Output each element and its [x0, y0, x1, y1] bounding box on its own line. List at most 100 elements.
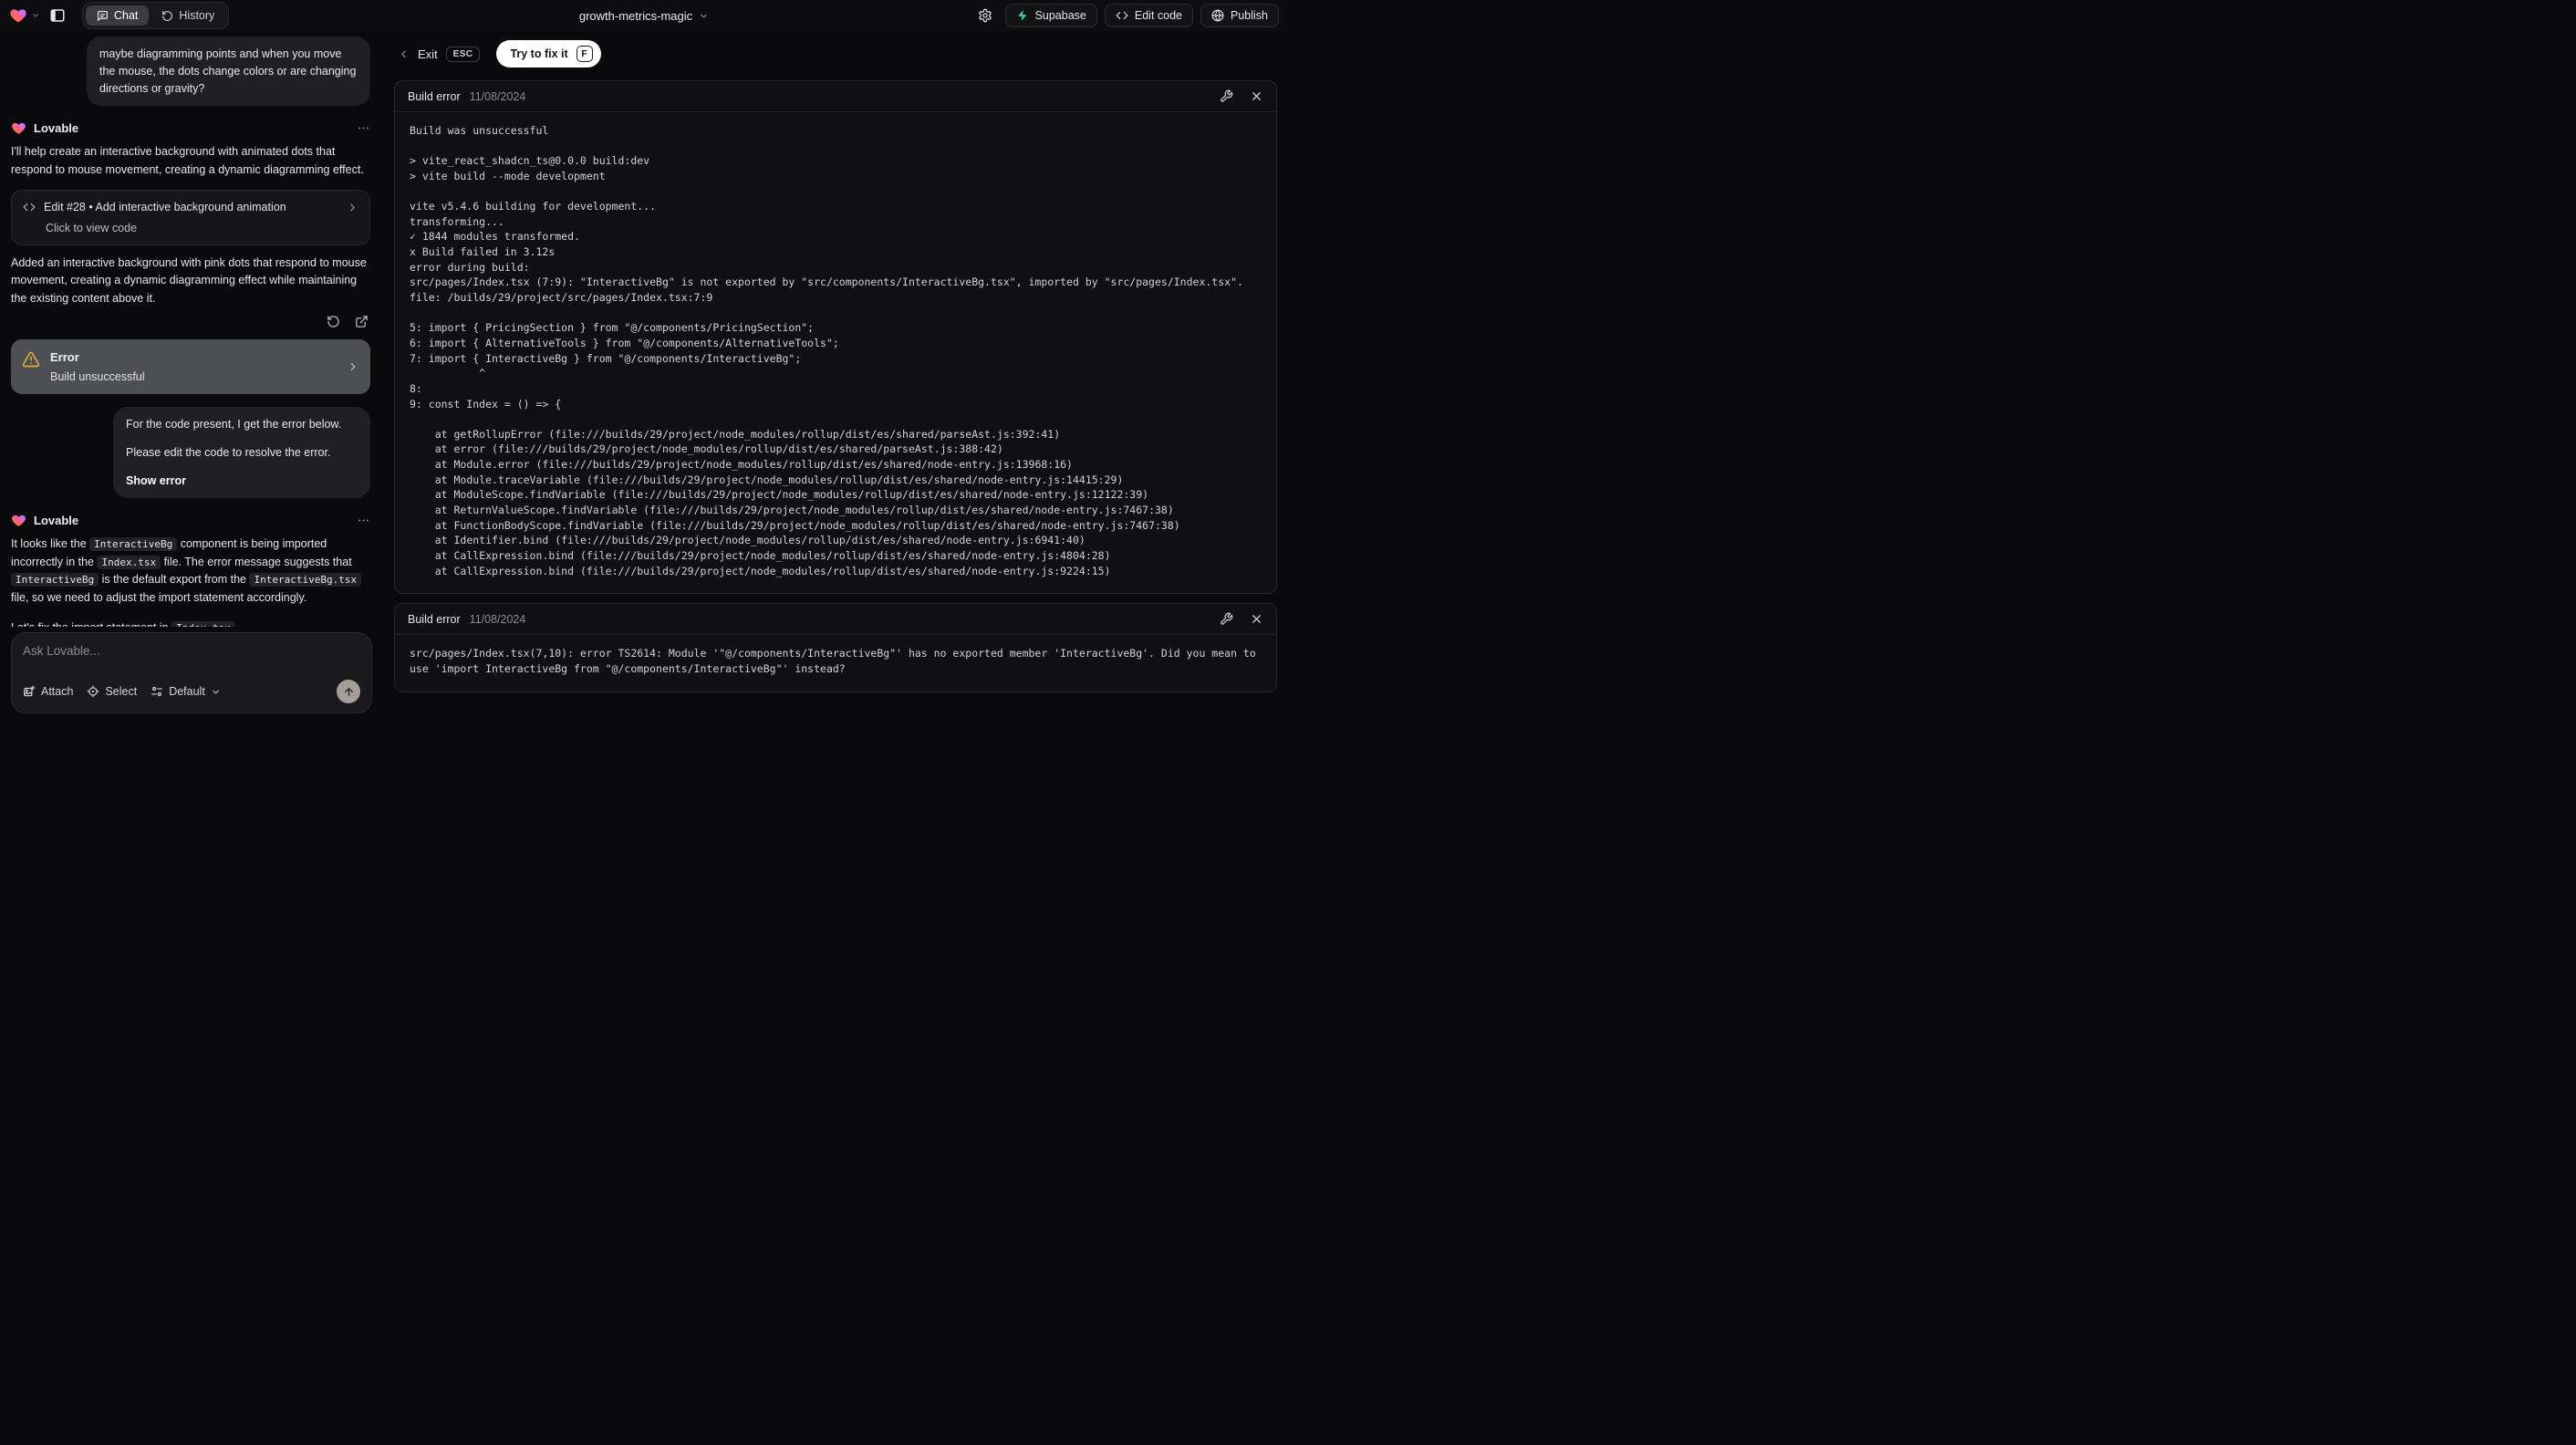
- log-line: src/pages/Index.tsx(7,10): error TS2614:…: [410, 647, 1262, 676]
- exit-button[interactable]: Exit ESC: [398, 46, 481, 62]
- build-error-title: Build error: [408, 89, 461, 103]
- open-external-icon[interactable]: [355, 315, 369, 328]
- mode-dropdown[interactable]: Default: [151, 685, 221, 698]
- crosshair-icon: [88, 685, 99, 698]
- inline-code: Index.tsx: [171, 620, 235, 627]
- inline-code: InteractiveBg.tsx: [249, 573, 362, 587]
- user-message-text: Please edit the code to resolve the erro…: [126, 445, 331, 459]
- wrench-icon[interactable]: [1220, 89, 1233, 103]
- assistant-header: Lovable: [11, 120, 370, 136]
- send-button[interactable]: [337, 680, 360, 703]
- image-plus-icon: [24, 685, 36, 697]
- more-menu-icon[interactable]: [357, 121, 370, 135]
- log-line: > vite_react_shadcn_ts@0.0.0 build:dev: [410, 154, 650, 168]
- top-bar: Chat History growth-metrics-magic Supaba…: [0, 0, 1288, 31]
- error-title: Error: [50, 350, 79, 365]
- sidebar-toggle-button[interactable]: [49, 7, 66, 24]
- text: file, so we need to adjust the import st…: [11, 590, 307, 604]
- inline-code: InteractiveBg: [89, 537, 178, 552]
- chat-input[interactable]: [23, 644, 360, 664]
- supabase-icon: [1017, 10, 1026, 21]
- tab-chat[interactable]: Chat: [86, 5, 150, 26]
- history-icon: [162, 10, 173, 21]
- workspace-menu[interactable]: [9, 6, 40, 25]
- select-button[interactable]: Select: [87, 685, 137, 698]
- close-icon[interactable]: [1250, 89, 1263, 103]
- supabase-button[interactable]: Supabase: [1004, 4, 1097, 27]
- chat-bubble-icon: [98, 10, 108, 21]
- assistant-message: Let's fix the import statement in Index.…: [11, 619, 370, 627]
- log-line: ✓ 1844 modules transformed.: [410, 230, 580, 244]
- code-icon: [23, 203, 36, 212]
- log-line: at Identifier.bind (file:///builds/29/pr…: [410, 534, 1085, 547]
- user-message-text: maybe diagramming points and when you mo…: [99, 47, 357, 95]
- assistant-message: Added an interactive background with pin…: [11, 256, 367, 305]
- show-error-link[interactable]: Show error: [126, 473, 358, 490]
- assistant-message: It looks like the InteractiveBg componen…: [11, 535, 370, 607]
- chevron-down-icon: [701, 14, 707, 17]
- log-line: error during build:: [410, 260, 530, 274]
- topbar-actions: Supabase Edit code Publish: [973, 4, 1279, 27]
- log-line: 7: import { InteractiveBg } from "@/comp…: [410, 351, 802, 365]
- text: It looks like the: [11, 537, 90, 551]
- log-line: at Module.traceVariable (file:///builds/…: [410, 473, 1124, 486]
- panel-left-icon: [50, 9, 65, 22]
- project-switcher[interactable]: growth-metrics-magic: [579, 9, 709, 23]
- text: is the default export from the: [99, 573, 250, 587]
- restore-icon[interactable]: [327, 315, 340, 328]
- message-actions: [13, 315, 369, 328]
- inline-code: Index.tsx: [97, 555, 161, 569]
- publish-label: Publish: [1231, 9, 1268, 22]
- edit-card-28[interactable]: Edit #28 • Add interactive background an…: [11, 190, 370, 245]
- log-line: vite v5.4.6 building for development...: [410, 200, 657, 213]
- fix-label: Try to fix it: [510, 47, 568, 60]
- edit-code-button[interactable]: Edit code: [1104, 4, 1193, 27]
- supabase-label: Supabase: [1034, 9, 1086, 22]
- chat-history-tabs: Chat History: [82, 2, 230, 29]
- exit-label: Exit: [418, 47, 438, 61]
- build-error-card-header: Build error 11/08/2024: [395, 81, 1276, 112]
- close-icon[interactable]: [1250, 612, 1263, 626]
- log-line: ^: [410, 367, 486, 380]
- lovable-heart-icon: [12, 515, 26, 527]
- log-line: at Module.error (file:///builds/29/proje…: [410, 458, 1073, 472]
- assistant-name: Lovable: [34, 121, 79, 136]
- chevron-down-icon: [213, 690, 219, 693]
- chevron-right-icon: [350, 363, 356, 371]
- lovable-heart-icon: [10, 9, 26, 23]
- edit-card-subtitle: Click to view code: [46, 222, 138, 234]
- composer: Attach Select Default: [11, 632, 372, 713]
- user-message-text: For the code present, I get the error be…: [126, 418, 342, 431]
- chat-panel: maybe diagramming points and when you mo…: [0, 31, 383, 722]
- more-menu-icon[interactable]: [357, 514, 370, 527]
- log-line: file: /builds/29/project/src/pages/Index…: [410, 291, 713, 305]
- warning-triangle-icon: [22, 351, 40, 368]
- project-name: growth-metrics-magic: [578, 8, 693, 23]
- select-label: Select: [105, 685, 138, 698]
- try-to-fix-button[interactable]: Try to fix it F: [496, 40, 601, 68]
- publish-button[interactable]: Publish: [1200, 4, 1279, 27]
- text: .: [235, 621, 241, 627]
- build-error-log-card: Build error 11/08/2024 Build was unsucce…: [394, 80, 1277, 595]
- build-error-log: Build was unsuccessful > vite_react_shadc…: [395, 112, 1276, 593]
- tab-history-label: History: [179, 9, 215, 22]
- log-line: at CallExpression.bind (file:///builds/2…: [410, 564, 1111, 577]
- settings-button[interactable]: [973, 4, 998, 27]
- log-line: 6: import { AlternativeTools } from "@/c…: [410, 336, 839, 349]
- edit-card-title: Edit #28 • Add interactive background an…: [44, 201, 286, 213]
- f-key-badge: F: [576, 46, 593, 62]
- log-line: 5: import { PricingSection } from "@/com…: [410, 321, 815, 335]
- attach-button[interactable]: Attach: [23, 685, 73, 698]
- wrench-icon[interactable]: [1220, 612, 1233, 626]
- chevron-right-icon: [350, 203, 355, 211]
- error-subtitle: Build unsuccessful: [50, 370, 145, 384]
- error-view-header: Exit ESC Try to fix it F: [394, 36, 1277, 71]
- code-icon: [1116, 11, 1128, 20]
- log-line: at getRollupError (file:///builds/29/pro…: [410, 427, 1061, 441]
- arrow-up-icon: [344, 687, 353, 696]
- chevron-left-icon: [401, 50, 406, 57]
- tab-history[interactable]: History: [151, 5, 225, 26]
- build-error-card[interactable]: Error Build unsuccessful: [11, 339, 370, 395]
